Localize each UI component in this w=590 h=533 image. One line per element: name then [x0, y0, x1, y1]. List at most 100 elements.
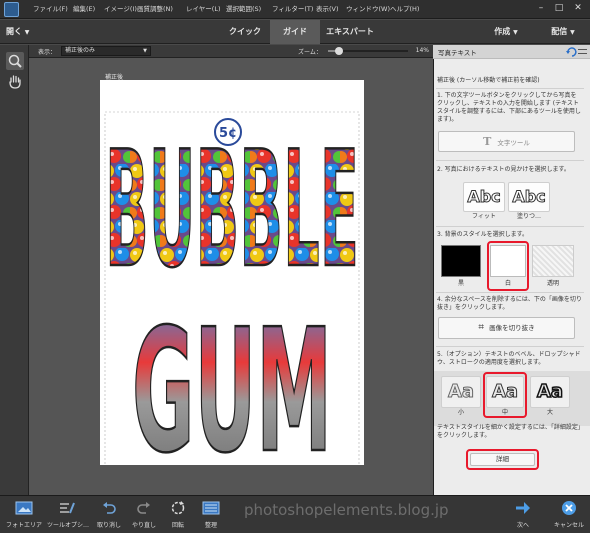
divider [436, 160, 584, 161]
undo-button[interactable]: 取り消し [91, 495, 127, 533]
bg-transparent-label: 透明 [546, 280, 559, 287]
create-button[interactable]: 作成 ▼ [486, 20, 526, 44]
panel-title: 写真テキスト [438, 49, 477, 57]
style-small-label: 小 [457, 409, 464, 416]
look-fit-label: フィット [472, 213, 496, 220]
rotate-icon [163, 498, 193, 518]
hand-icon [9, 75, 21, 89]
bg-white-label: 白 [504, 280, 511, 287]
share-button[interactable]: 配信 ▼ [540, 20, 586, 44]
zoom-slider-thumb[interactable] [335, 47, 343, 55]
menu-edit[interactable]: 編集(E) [73, 0, 95, 19]
panel-menu-icon[interactable] [578, 49, 587, 54]
bg-black-swatch[interactable] [441, 245, 481, 277]
menu-window[interactable]: ウィンドウ(W) [346, 0, 390, 19]
open-button[interactable]: 開く ▼ [6, 20, 46, 44]
sticker-text: 5¢ [219, 126, 237, 141]
look-fill-label: 塗りつ… [516, 213, 542, 220]
style-medium-tile[interactable]: Aa [486, 376, 524, 408]
tab-guided[interactable]: ガイド [270, 20, 320, 44]
panel-subtitle: 補正後 (カーソル移動で補正前を確認) [437, 77, 540, 84]
undo-icon [91, 498, 127, 518]
chevron-down-icon: ▼ [24, 29, 30, 36]
text-tool-button[interactable]: T 文字ツール [438, 131, 575, 152]
look-fill-tile[interactable]: Abc [508, 182, 550, 212]
cancel-button[interactable]: キャンセル [551, 495, 587, 533]
menu-file[interactable]: ファイル(F) [33, 0, 68, 19]
zoom-label: ズーム： [298, 49, 322, 56]
tool-options-label: ツールオプシ… [47, 522, 90, 529]
reset-icon[interactable] [565, 47, 579, 57]
style-medium-preview: Aa [491, 381, 519, 403]
share-label: 配信 [551, 27, 568, 36]
step5-text: 5.（オプション）テキストのベベル、ドロップシャドウ、ストロークの適用度を選択し… [437, 351, 581, 366]
redo-button[interactable]: やり直し [127, 495, 161, 533]
close-window-button[interactable]: ✕ [569, 1, 587, 16]
gum-text: GUM [132, 293, 332, 465]
style-small-tile[interactable]: Aa [441, 376, 481, 408]
photo-area-button[interactable]: フォトエリア [4, 495, 44, 533]
step2-text: 2. 写真におけるテキストの見かけを選択します。 [437, 166, 570, 173]
view-select-value: 補正後のみ [65, 47, 96, 54]
photo-area-label: フォトエリア [5, 522, 42, 529]
step4-text: 4. 余分なスペースを削除するには、下の「画像を切り抜き」をクリックします。 [437, 296, 582, 311]
zoom-value: 14% [415, 47, 429, 54]
zoom-tool-button[interactable] [6, 52, 24, 70]
menu-select[interactable]: 選択範囲(S) [226, 0, 261, 19]
document-image[interactable]: BUBBLE GUM 5¢ [100, 80, 364, 465]
cancel-label: キャンセル [553, 522, 584, 529]
open-label: 開く [6, 27, 22, 36]
look-fit-tile[interactable]: Abc [463, 182, 505, 212]
bg-transparent-swatch[interactable] [532, 245, 574, 277]
organize-button[interactable]: 整理 [196, 495, 226, 533]
redo-icon [127, 498, 161, 518]
detail-button[interactable]: 詳細 [470, 453, 535, 466]
tool-options-button[interactable]: ツールオプシ… [47, 495, 90, 533]
undo-label: 取り消し [96, 522, 121, 529]
maximize-button[interactable]: □ [551, 1, 567, 16]
organize-icon [196, 498, 226, 518]
tab-expert[interactable]: エキスパート [320, 20, 380, 44]
bg-black-label: 黒 [457, 280, 464, 287]
menu-image[interactable]: イメージ(I) [104, 0, 137, 19]
minimize-button[interactable]: – [533, 1, 549, 16]
look-fill-preview: Abc [512, 187, 546, 207]
menu-enhance[interactable]: 画質調整(N) [137, 0, 173, 19]
crop-icon: ⌗ [478, 322, 485, 333]
chevron-down-icon: ▼ [513, 29, 518, 36]
menu-layer[interactable]: レイヤー(L) [186, 0, 221, 19]
tab-quick[interactable]: クイック [220, 20, 270, 44]
tool-options-icon [47, 498, 87, 518]
style-large-tile[interactable]: Aa [530, 376, 570, 408]
rotate-button[interactable]: 回転 [163, 495, 193, 533]
next-button[interactable]: 次へ [508, 495, 538, 533]
style-medium-label: 中 [501, 409, 508, 416]
photo-bin-icon [4, 498, 44, 518]
rotate-label: 回転 [171, 522, 184, 529]
style-large-label: 大 [546, 409, 553, 416]
magnifier-icon [8, 54, 22, 68]
text-tool-icon: T [483, 135, 492, 148]
menu-filter[interactable]: フィルター(T) [272, 0, 313, 19]
view-label: 表示： [38, 49, 57, 56]
redo-label: やり直し [131, 522, 156, 529]
arrow-right-icon [508, 498, 538, 518]
next-label: 次へ [516, 522, 529, 529]
tool-strip [0, 45, 29, 495]
menu-help[interactable]: ヘルプ(H) [390, 0, 419, 19]
step1-text: 1. 下の文字ツールボタンをクリックしてから写真をクリックし、テキストの入力を開… [437, 92, 581, 123]
text-tool-label: 文字ツール [497, 139, 530, 147]
crop-label: 画像を切り抜き [489, 324, 535, 332]
menu-view[interactable]: 表示(V) [316, 0, 339, 19]
hand-tool-button[interactable] [6, 72, 24, 90]
style-small-preview: Aa [447, 381, 475, 403]
style-large-preview: Aa [536, 380, 564, 403]
view-select[interactable]: 補正後のみ ▼ [61, 46, 151, 56]
organize-label: 整理 [204, 522, 217, 529]
crop-image-button[interactable]: ⌗ 画像を切り抜き [438, 317, 575, 339]
divider [436, 226, 584, 227]
chevron-down-icon: ▼ [570, 29, 575, 36]
bg-white-swatch[interactable] [490, 245, 526, 277]
photo-text-artwork: BUBBLE GUM 5¢ [104, 111, 360, 465]
look-fit-preview: Abc [467, 187, 501, 207]
